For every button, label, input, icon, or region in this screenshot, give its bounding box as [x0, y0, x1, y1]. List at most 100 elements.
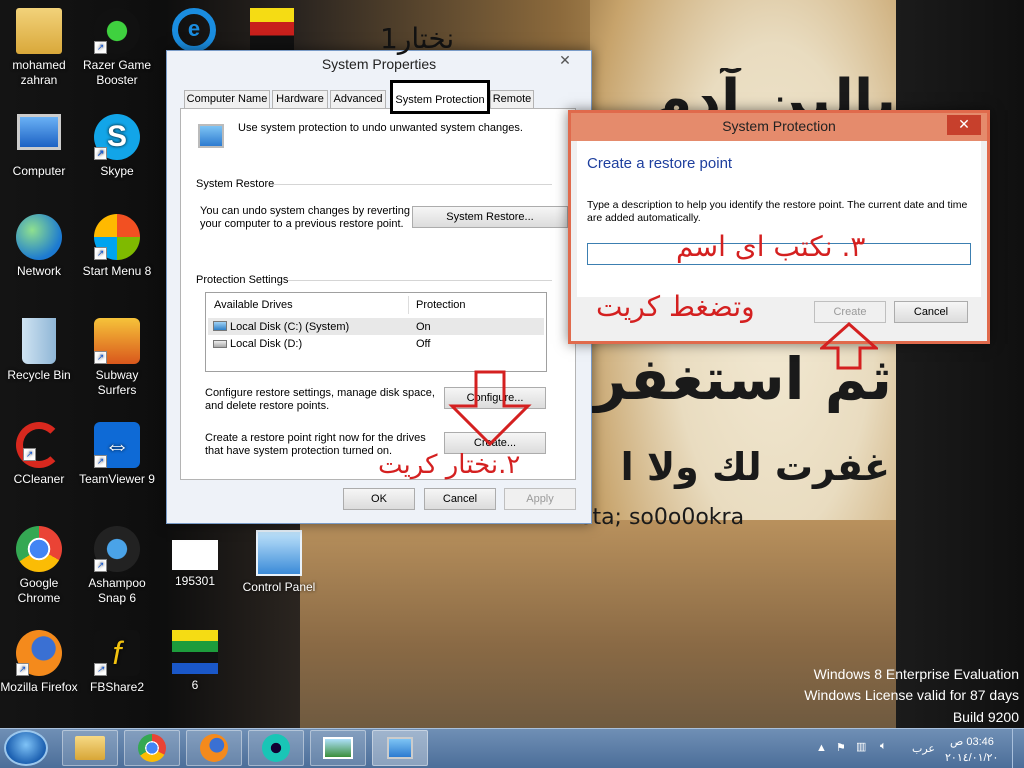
arrow-up-annotation: [820, 322, 878, 370]
drives-column-header-protection[interactable]: Protection: [416, 299, 466, 312]
system-properties-title: System Properties: [321, 56, 437, 72]
desktop-icon-label: Recycle Bin: [7, 368, 71, 382]
desktop-icon-label: Control Panel: [242, 580, 316, 594]
network-tray-icon[interactable]: ▥: [856, 740, 866, 753]
system-restore-text: You can undo system changes by reverting…: [200, 205, 410, 230]
desktop-icon-label: 6: [191, 678, 199, 692]
desktop-icon-label: 195301: [174, 574, 216, 588]
desktop-icon-label: Ashampoo Snap 6: [88, 576, 146, 605]
desktop-icon-label: FBShare2: [89, 680, 145, 694]
desktop-icon-mohamed-zahran[interactable]: mohamed zahran: [0, 8, 78, 88]
explorer-icon: [75, 736, 105, 760]
firefox-icon: ↗: [16, 630, 62, 676]
taskbar-firefox[interactable]: [186, 730, 242, 766]
desktop-icon-label: Google Chrome: [17, 576, 61, 605]
fbshare-icon: f ↗: [94, 630, 140, 676]
watermark-build: Build 9200: [952, 709, 1019, 725]
computer-icon: [17, 114, 61, 150]
apply-button[interactable]: Apply: [504, 488, 576, 510]
shortcut-arrow-icon: ↗: [94, 351, 107, 364]
skype-icon: S ↗: [94, 114, 140, 160]
annotation-step-3a: ٣. نكتب اى اسم: [676, 230, 866, 263]
ie-icon[interactable]: e: [172, 8, 216, 52]
clock-date[interactable]: ٢٠١٤/٠١/٢٠: [945, 751, 998, 764]
tab-advanced[interactable]: Advanced: [330, 90, 386, 108]
image-file-icon: [172, 540, 218, 570]
watermark-license: Windows License valid for 87 days: [804, 687, 1019, 703]
restore-point-heading: Create a restore point: [587, 155, 733, 172]
show-desktop-button[interactable]: [1012, 729, 1024, 768]
desktop-icon-control-panel[interactable]: Control Panel: [240, 530, 318, 595]
desktop-icon-teamviewer[interactable]: ⇔ ↗ TeamViewer 9: [78, 422, 156, 487]
desktop-icon-6[interactable]: 6: [156, 630, 234, 693]
drives-column-header-drive[interactable]: Available Drives: [214, 299, 293, 312]
desktop-icon-subway-surfers[interactable]: ↗ Subway Surfers: [78, 318, 156, 398]
drive-d-protection: Off: [416, 338, 431, 350]
cancel-button[interactable]: Cancel: [424, 488, 496, 510]
teamviewer-icon: ⇔ ↗: [94, 422, 140, 468]
tab-system-protection[interactable]: System Protection: [390, 80, 490, 114]
taskbar-media-player[interactable]: [248, 730, 304, 766]
arrow-down-annotation: [448, 370, 532, 446]
desktop-icon-label: Computer: [12, 164, 66, 178]
photo-viewer-icon: [323, 737, 353, 759]
tray-chevron-icon[interactable]: ▲: [816, 742, 827, 754]
create-restore-point-button[interactable]: Create: [814, 301, 886, 323]
shortcut-arrow-icon: ↗: [94, 663, 107, 676]
tab-computer-name[interactable]: Computer Name: [184, 90, 270, 108]
desktop-icon-ashampoo[interactable]: ↗ Ashampoo Snap 6: [78, 526, 156, 606]
desktop-icon-start-menu[interactable]: ↗ Start Menu 8: [78, 214, 156, 279]
shortcut-arrow-icon: ↗: [94, 147, 107, 160]
taskbar-system-properties[interactable]: [372, 730, 428, 766]
flag-shortcut-icon[interactable]: [250, 8, 294, 50]
taskbar-photo-viewer[interactable]: [310, 730, 366, 766]
desktop-icon-label: Network: [16, 264, 61, 278]
desktop-icon-skype[interactable]: S ↗ Skype: [78, 114, 156, 179]
desktop-icon-ccleaner[interactable]: ↗ CCleaner: [0, 422, 78, 487]
system-restore-button[interactable]: System Restore...: [412, 206, 568, 228]
shortcut-arrow-icon: ↗: [16, 663, 29, 676]
desktop-icon-recycle-bin[interactable]: Recycle Bin: [0, 318, 78, 383]
desktop-icon-label: TeamViewer 9: [79, 472, 155, 486]
shortcut-arrow-icon: ↗: [94, 41, 107, 54]
desktop-icon-chrome[interactable]: Google Chrome: [0, 526, 78, 606]
close-icon[interactable]: ✕: [947, 115, 981, 135]
desktop-icon-label: Skype: [100, 164, 134, 178]
desktop-icon-network[interactable]: Network: [0, 214, 78, 279]
desktop-icon-computer[interactable]: Computer: [0, 114, 78, 179]
language-indicator[interactable]: عرب: [912, 742, 935, 755]
razer-icon: ↗: [94, 8, 140, 54]
configure-text: Configure restore settings, manage disk …: [205, 387, 435, 412]
start-menu-icon: ↗: [94, 214, 140, 260]
action-center-flag-icon[interactable]: ⚑: [836, 741, 846, 754]
control-panel-icon: [256, 530, 302, 576]
cancel-restore-point-button[interactable]: Cancel: [894, 301, 968, 323]
restore-point-description: Type a description to help you identify …: [587, 199, 968, 224]
divider: [274, 184, 552, 185]
ashampoo-icon: ↗: [94, 526, 140, 572]
taskbar-chrome[interactable]: [124, 730, 180, 766]
close-icon[interactable]: ✕: [543, 51, 587, 71]
tab-remote[interactable]: Remote: [490, 90, 534, 108]
system-protection-dialog-title: System Protection: [571, 113, 987, 141]
divider: [288, 280, 552, 281]
desktop-icon-razer[interactable]: ↗ Razer Game Booster: [78, 8, 156, 88]
annotation-step-2: ٢.نختار كريت: [378, 450, 521, 480]
firefox-icon: [200, 734, 228, 762]
flag-image-icon: [172, 630, 218, 674]
annotation-step-3b: وتضغط كريت: [596, 290, 755, 323]
desktop-icon-fbshare[interactable]: f ↗ FBShare2: [78, 630, 156, 695]
start-button[interactable]: [4, 730, 48, 766]
drive-icon: [213, 340, 227, 348]
taskbar-explorer[interactable]: [62, 730, 118, 766]
ccleaner-icon: ↗: [16, 422, 62, 468]
desktop-icon-firefox[interactable]: ↗ Mozilla Firefox: [0, 630, 78, 695]
clock-time[interactable]: 03:46 ص: [950, 735, 994, 748]
drive-c-protection: On: [416, 321, 431, 333]
desktop-icon-label: Razer Game Booster: [82, 58, 152, 87]
volume-icon[interactable]: 🔈︎: [880, 740, 887, 753]
desktop-icon-195301[interactable]: 195301: [156, 540, 234, 589]
ok-button[interactable]: OK: [343, 488, 415, 510]
annotation-step-1: نختار1: [380, 22, 455, 55]
tab-hardware[interactable]: Hardware: [272, 90, 328, 108]
